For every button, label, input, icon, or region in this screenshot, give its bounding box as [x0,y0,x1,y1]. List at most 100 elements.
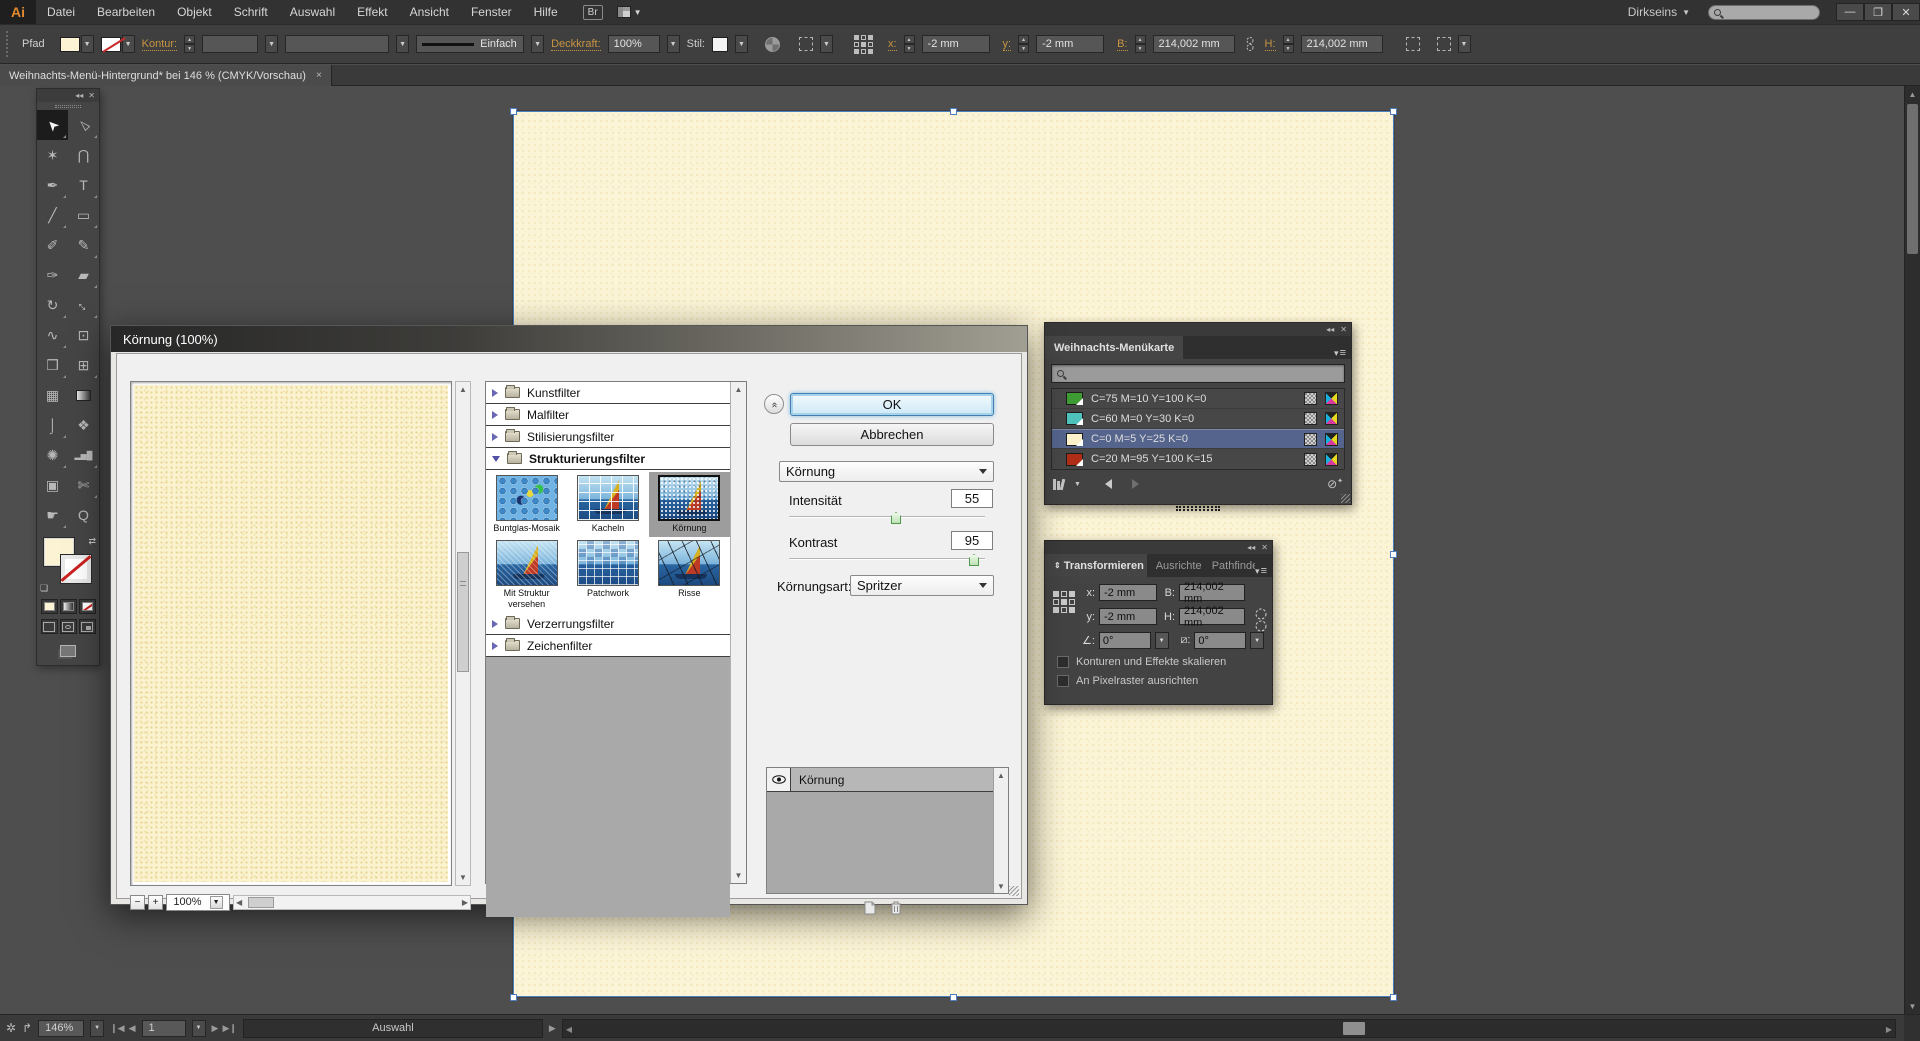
recolor-artwork-icon[interactable] [765,37,780,52]
pattern-icon[interactable] [1304,433,1317,446]
y-field[interactable]: -2 mm [1036,35,1104,53]
symbol-sprayer-tool[interactable]: ✺ [37,440,68,470]
stroke-style-dropdown[interactable]: ▼ [531,35,544,53]
category-zeichenfilter[interactable]: Zeichenfilter [486,635,730,657]
intensity-value[interactable]: 55 [951,489,993,508]
panel-close-icon[interactable]: ✕ [88,91,95,100]
brush-definition-field[interactable] [285,35,389,53]
menu-bearbeiten[interactable]: Bearbeiten [86,0,166,24]
zoom-level-dropdown[interactable]: ▼ [90,1020,104,1037]
default-fill-stroke-icon[interactable]: ❏ [40,583,48,594]
new-effect-layer-icon[interactable] [862,900,877,916]
preview-scroll-thumb[interactable] [457,552,469,672]
list-scroll-down-icon[interactable]: ▼ [731,868,746,883]
free-transform-tool[interactable]: ⊡ [68,320,99,350]
contrast-value[interactable]: 95 [951,531,993,550]
preview-scroll-down-icon[interactable]: ▼ [456,870,470,885]
stroke-weight-label[interactable]: Kontur: [142,38,177,51]
brush-definition-dropdown[interactable]: ▼ [396,35,409,53]
artboard-number-field[interactable]: 1 [142,1020,186,1037]
shape-builder-tool[interactable]: ❒ [37,350,68,380]
panel-menu-icon[interactable]: ▾≡ [1255,565,1272,577]
zoom-out-button[interactable]: − [130,895,145,910]
isolate-selection-icon[interactable] [1437,37,1451,51]
selection-handle-s[interactable] [950,994,957,1001]
rectangle-tool[interactable]: ▭ [68,200,99,230]
filter-thumb-risse[interactable]: Risse [649,537,730,613]
width-field[interactable]: 214,002 mm [1179,584,1245,601]
stroke-weight-stepper[interactable]: ▲▼ [184,35,195,53]
scroll-up-icon[interactable]: ▲ [1905,86,1920,102]
artboard-tool[interactable]: ▣ [37,470,68,500]
expand-icon[interactable] [492,642,498,650]
select-similar-dropdown[interactable]: ▼ [820,35,833,53]
graphic-style-swatch[interactable] [712,37,728,52]
cmyk-process-icon[interactable] [1325,433,1338,446]
swatch-panel-tab[interactable]: Weihnachts-Menükarte [1045,336,1183,359]
shear-angle-field[interactable]: 0° [1194,632,1246,649]
category-kunstfilter[interactable]: Kunstfilter [486,382,730,404]
select-similar-icon[interactable] [799,37,813,51]
menu-datei[interactable]: Datei [36,0,86,24]
filter-thumb-buntglas[interactable]: Buntglas-Mosaik [486,472,567,537]
previous-artboard-icon[interactable]: ◀ [129,1023,136,1034]
stroke-color-swatch[interactable] [101,37,121,52]
constrain-proportions-icon[interactable] [1254,607,1268,633]
y-stepper[interactable]: ▲▼ [1018,35,1029,53]
reference-point-grid[interactable] [1053,591,1075,613]
lasso-tool[interactable]: ⋂ [68,140,99,170]
preview-vertical-scrollbar[interactable]: ▲ ▼ [455,381,471,886]
swatch-row-cream-selected[interactable]: C=0 M=5 Y=25 K=0 [1052,429,1344,449]
perspective-grid-tool[interactable]: ⊞ [68,350,99,380]
library-dropdown-icon[interactable]: ▼ [1074,481,1081,488]
tab-close-icon[interactable]: × [316,70,322,81]
x-field[interactable]: -2 mm [1099,584,1157,601]
next-artboard-icon[interactable]: ▶ [212,1023,219,1034]
menu-auswahl[interactable]: Auswahl [279,0,346,24]
swatch-search-input[interactable] [1051,364,1345,383]
swap-fill-stroke-icon[interactable]: ⇄ [88,536,96,547]
sync-settings-icon[interactable]: ✲ [6,1021,16,1035]
width-stepper[interactable]: ▲▼ [1135,35,1146,53]
search-input[interactable] [1708,5,1820,20]
menu-objekt[interactable]: Objekt [166,0,223,24]
reference-point-grid[interactable] [854,35,873,54]
pattern-icon[interactable] [1304,453,1317,466]
opacity-dropdown[interactable]: ▼ [667,35,680,53]
swatch-row-red[interactable]: C=20 M=95 Y=100 K=15 [1052,449,1344,469]
delete-effect-layer-icon[interactable] [889,900,903,916]
filter-thumb-patchwork[interactable]: Patchwork [567,537,648,613]
dialog-title-bar[interactable]: Körnung (100%) [111,326,1027,352]
stroke-style-field[interactable]: Einfach [416,35,524,53]
height-stepper[interactable]: ▲▼ [1283,35,1294,53]
stroke-weight-field[interactable] [202,35,258,53]
contrast-slider-thumb[interactable] [969,554,979,566]
gradient-button[interactable] [60,599,77,614]
panel-drag-grip[interactable] [37,102,99,110]
stroke-weight-dropdown[interactable]: ▼ [265,35,278,53]
expand-icon[interactable] [492,411,498,419]
opacity-field[interactable]: 100% [608,35,660,53]
pixel-grid-checkbox-row[interactable]: An Pixelraster ausrichten [1057,675,1264,687]
draw-inside-mode[interactable] [79,619,96,634]
panel-collapse-icon[interactable]: ◂◂ [1326,325,1334,334]
screen-mode-button[interactable] [37,639,99,665]
filter-thumb-koernung[interactable]: Körnung [649,472,730,537]
effect-list-scrollbar[interactable]: ▲ ▼ [993,768,1008,893]
checkbox[interactable] [1057,675,1069,687]
fill-color-dropdown[interactable]: ▼ [81,35,94,53]
blend-tool[interactable]: ❖ [68,410,99,440]
expand-icon[interactable] [492,433,498,441]
status-expand-icon[interactable]: ▶ [549,1023,556,1034]
contrast-slider[interactable] [789,554,985,564]
previous-library-icon[interactable] [1105,479,1112,489]
share-icon[interactable]: ↱ [22,1021,32,1035]
cmyk-process-icon[interactable] [1325,412,1338,425]
rotate-angle-dropdown[interactable]: ▼ [1155,632,1169,649]
selection-tool[interactable]: ➤ [37,110,68,140]
category-stilisierungsfilter[interactable]: Stilisierungsfilter [486,426,730,448]
intensity-slider[interactable] [789,512,985,522]
intensity-slider-thumb[interactable] [891,512,901,524]
workspace-layout-icon[interactable]: ▼ [617,6,642,18]
paintbrush-tool[interactable]: ✐ [37,230,68,260]
